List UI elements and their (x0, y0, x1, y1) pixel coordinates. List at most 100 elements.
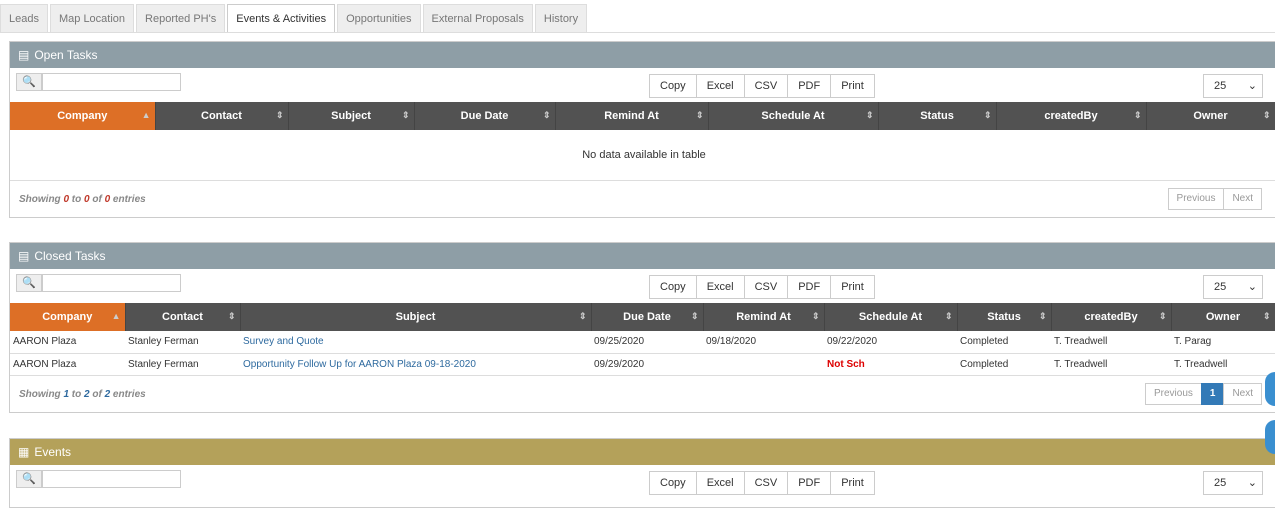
open-tasks-panel: ▤ Open Tasks 🔍 Copy Excel CSV PDF Print 2… (9, 41, 1275, 218)
excel-button[interactable]: Excel (695, 74, 745, 98)
open-tasks-table: Company ▲ Contact ⇕ Subject ⇕ Due Date ⇕ Rem… (10, 102, 1275, 181)
next-button[interactable]: Next (1223, 382, 1262, 405)
cell-status: Completed (957, 331, 1051, 354)
tab-reported-phs[interactable]: Reported PH's (136, 4, 226, 32)
open-tasks-footer: Showing 0 to 0 of 0 entries Previous Nex… (10, 181, 1275, 217)
sort-icon: ⇕ (811, 311, 820, 321)
column-header-due-date[interactable]: Due Date ⇕ (414, 102, 556, 130)
cell-due-date: 09/25/2020 (591, 331, 703, 354)
next-button[interactable]: Next (1223, 187, 1262, 210)
column-header-owner[interactable]: Owner ⇕ (1146, 102, 1275, 130)
cell-schedule-at: Not Sch (824, 353, 957, 376)
sort-icon: ⇕ (695, 110, 704, 120)
column-header-status[interactable]: Status ⇕ (878, 102, 997, 130)
sort-icon: ⇕ (578, 311, 587, 321)
page-size-select[interactable]: 25 ⌄ (1203, 275, 1263, 299)
print-button[interactable]: Print (830, 275, 875, 299)
column-header-remind-at[interactable]: Remind At ⇕ (555, 102, 709, 130)
tab-bar: Leads Map Location Reported PH's Events … (0, 4, 589, 33)
csv-button[interactable]: CSV (743, 74, 789, 98)
copy-button[interactable]: Copy (649, 471, 697, 495)
page-button-1[interactable]: 1 (1200, 382, 1225, 405)
tab-leads[interactable]: Leads (0, 4, 48, 32)
pdf-button[interactable]: PDF (787, 275, 832, 299)
column-header-company[interactable]: Company ▲ (10, 303, 126, 331)
sort-asc-icon: ▲ (111, 311, 121, 321)
cell-contact: Stanley Ferman (125, 331, 240, 354)
excel-button[interactable]: Excel (695, 275, 745, 299)
pdf-button[interactable]: PDF (787, 471, 832, 495)
table-row[interactable]: AARON Plaza Stanley Ferman Survey and Qu… (10, 331, 1275, 354)
previous-button[interactable]: Previous (1144, 382, 1202, 405)
column-header-subject[interactable]: Subject ⇕ (288, 102, 415, 130)
table-row[interactable]: AARON Plaza Stanley Ferman Opportunity F… (10, 353, 1275, 376)
closed-tasks-footer: Showing 1 to 2 of 2 entries Previous 1 N… (10, 376, 1275, 412)
page-size-select[interactable]: 25 ⌄ (1203, 471, 1263, 495)
pagination: Previous 1 Next (1144, 382, 1262, 405)
search-icon: 🔍 (16, 274, 42, 292)
column-header-contact[interactable]: Contact ⇕ (125, 303, 241, 331)
csv-button[interactable]: CSV (743, 471, 789, 495)
events-header: ▦ Events (10, 439, 1275, 465)
cell-schedule-at: 09/22/2020 (824, 331, 957, 354)
closed-tasks-toolbar: 🔍 Copy Excel CSV PDF Print 25 ⌄ (10, 269, 1275, 303)
events-title: Events (34, 445, 72, 459)
search-input[interactable] (42, 274, 181, 292)
sort-icon: ⇕ (275, 110, 284, 120)
tab-divider (0, 32, 1275, 33)
cell-remind-at (703, 353, 824, 376)
column-header-schedule-at[interactable]: Schedule At ⇕ (708, 102, 879, 130)
sort-icon: ⇕ (1262, 110, 1271, 120)
closed-tasks-header: ▤ Closed Tasks (10, 243, 1275, 269)
calendar-icon: ▦ (18, 445, 30, 459)
search-icon: 🔍 (16, 470, 42, 488)
column-header-contact[interactable]: Contact ⇕ (155, 102, 289, 130)
empty-table-message: No data available in table (10, 130, 1275, 181)
tab-events-activities[interactable]: Events & Activities (227, 4, 336, 33)
print-button[interactable]: Print (830, 74, 875, 98)
column-header-status[interactable]: Status ⇕ (957, 303, 1052, 331)
events-panel: ▦ Events 🔍 Copy Excel CSV PDF Print 25 ⌄ (9, 438, 1275, 508)
column-header-company[interactable]: Company ▲ (10, 102, 156, 130)
previous-button[interactable]: Previous (1167, 187, 1225, 210)
events-toolbar: 🔍 Copy Excel CSV PDF Print 25 ⌄ (10, 465, 1275, 499)
open-tasks-title: Open Tasks (34, 48, 98, 62)
column-header-created-by[interactable]: createdBy ⇕ (996, 102, 1147, 130)
floating-action-button[interactable] (1265, 372, 1275, 406)
search-icon: 🔍 (16, 73, 42, 91)
sort-icon: ⇕ (1133, 110, 1142, 120)
excel-button[interactable]: Excel (695, 471, 745, 495)
search-input[interactable] (42, 470, 181, 488)
subject-link[interactable]: Survey and Quote (240, 331, 591, 354)
column-header-schedule-at[interactable]: Schedule At ⇕ (824, 303, 958, 331)
print-button[interactable]: Print (830, 471, 875, 495)
pagination: Previous Next (1167, 187, 1262, 210)
cell-contact: Stanley Ferman (125, 353, 240, 376)
tab-map-location[interactable]: Map Location (49, 4, 135, 32)
cell-due-date: 09/29/2020 (591, 353, 703, 376)
copy-button[interactable]: Copy (649, 275, 697, 299)
csv-button[interactable]: CSV (743, 275, 789, 299)
tab-history[interactable]: History (534, 4, 588, 32)
chevron-down-icon: ⌄ (1247, 477, 1257, 489)
floating-action-button[interactable] (1265, 420, 1275, 454)
subject-link[interactable]: Opportunity Follow Up for AARON Plaza 09… (240, 353, 591, 376)
column-header-owner[interactable]: Owner ⇕ (1171, 303, 1275, 331)
column-header-remind-at[interactable]: Remind At ⇕ (703, 303, 825, 331)
column-header-subject[interactable]: Subject ⇕ (240, 303, 592, 331)
search-input[interactable] (42, 73, 181, 91)
sort-icon: ⇕ (542, 110, 551, 120)
sort-icon: ⇕ (865, 110, 874, 120)
copy-button[interactable]: Copy (649, 74, 697, 98)
closed-tasks-panel: ▤ Closed Tasks 🔍 Copy Excel CSV PDF Print… (9, 242, 1275, 413)
page-size-select[interactable]: 25 ⌄ (1203, 74, 1263, 98)
table-info: Showing 0 to 0 of 0 entries (19, 193, 146, 205)
tab-opportunities[interactable]: Opportunities (337, 4, 421, 32)
tab-external-proposals[interactable]: External Proposals (422, 4, 533, 32)
column-header-due-date[interactable]: Due Date ⇕ (591, 303, 704, 331)
column-header-created-by[interactable]: createdBy ⇕ (1051, 303, 1172, 331)
cell-status: Completed (957, 353, 1051, 376)
open-tasks-toolbar: 🔍 Copy Excel CSV PDF Print 25 ⌄ (10, 68, 1275, 102)
pdf-button[interactable]: PDF (787, 74, 832, 98)
cell-owner: T. Treadwell (1171, 353, 1275, 376)
